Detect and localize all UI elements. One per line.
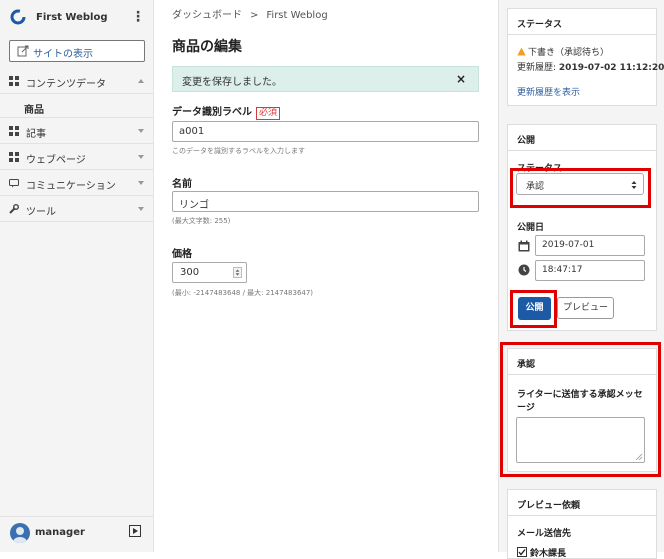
price-value: 300 [180,267,200,278]
breadcrumb: ダッシュボード > First Weblog [172,6,328,21]
sidebar-item-label: コンテンツデータ [26,79,106,90]
external-link-icon [17,45,29,57]
name-input[interactable]: リンゴ [172,191,479,212]
recipient-checkbox-row[interactable]: 鈴木課長 [517,546,566,559]
sidebar-item-tools[interactable]: ツール [0,196,154,222]
sidebar-item-label: ツール [26,207,56,218]
highlight-publish-button [510,290,557,328]
more-menu-icon[interactable]: ⋮ [131,9,145,25]
user-icon [13,527,27,543]
preview-request-title: プレビュー依頼 [517,501,581,511]
page-title: 商品の編集 [172,39,242,55]
alert-message: 変更を保存しました。 [182,77,282,88]
highlight-approval-panel [500,342,661,477]
avatar[interactable] [10,523,30,543]
publish-date-input[interactable]: 2019-07-01 [535,235,645,256]
check-icon [518,549,526,556]
breadcrumb-dashboard[interactable]: ダッシュボード [172,10,242,21]
status-panel-header: ステータス [508,9,656,35]
sidebar-subitem-label: 商品 [24,105,44,116]
publish-panel-title: 公開 [517,136,536,146]
status-state-text: 下書き（承認待ち） [528,48,610,58]
data-label-label-text: データ識別ラベル [172,107,252,118]
sidebar-subitem-product[interactable]: 商品 [0,96,154,118]
sidebar-item-communication[interactable]: コミュニケーション [0,170,154,196]
status-panel-title: ステータス [517,20,563,30]
publish-time-value: 18:47:17 [542,265,583,275]
breadcrumb-current: First Weblog [266,10,328,21]
name-help: (最大文字数: 255) [172,217,231,225]
sidebar-item-label: ウェブページ [26,155,86,166]
success-alert: 変更を保存しました。 × [172,66,479,92]
view-site-button[interactable]: サイトの表示 [9,40,145,62]
required-badge: 必須 [256,107,281,120]
price-input[interactable]: 300 [172,262,247,283]
history-link[interactable]: 更新履歴を表示 [517,85,580,98]
publish-time-input[interactable]: 18:47:17 [535,260,645,281]
status-updated: 更新履歴: 2019-07-02 11:12:20 [517,60,664,73]
chevron-down-icon [138,207,144,211]
site-name[interactable]: First Weblog [36,12,107,23]
highlight-status-select [510,168,651,208]
grid-icon [9,152,19,162]
user-footer: manager [0,516,154,552]
clock-icon [518,264,530,276]
chevron-down-icon [138,129,144,133]
publish-date-value: 2019-07-01 [542,240,595,250]
data-label-field-label: データ識別ラベル 必須 [172,103,281,120]
wrench-icon [9,204,19,214]
sidebar-item-webpages[interactable]: ウェブページ [0,144,154,170]
grid-icon [9,126,19,136]
play-icon[interactable] [129,525,141,537]
chevron-down-icon [138,155,144,159]
warning-icon [517,47,526,56]
sidebar-item-label: コミュニケーション [26,181,116,192]
breadcrumb-separator: > [250,10,259,21]
chevron-up-icon [138,79,144,83]
preview-button[interactable]: プレビュー [557,297,614,319]
grid-icon [9,76,19,86]
sidebar-item-label: 記事 [26,129,46,140]
price-field-label: 価格 [172,249,192,260]
preview-request-header: プレビュー依頼 [508,490,656,516]
status-panel: ステータス 下書き（承認待ち） 更新履歴: 2019-07-02 11:12:2… [507,8,664,106]
recipient-name: 鈴木課長 [530,549,567,559]
preview-request-panel: プレビュー依頼 メール送信先 鈴木課長 [507,489,657,559]
price-help: (最小: -2147483648 / 最大: 2147483647) [172,289,314,297]
sidebar-item-entries[interactable]: 記事 [0,118,154,144]
updated-label: 更新履歴: [517,63,557,73]
chevron-down-icon [138,181,144,185]
close-icon[interactable]: × [456,72,466,86]
name-field-label: 名前 [172,179,192,190]
sidebar-item-content-data[interactable]: コンテンツデータ [0,68,154,94]
recipient-checkbox[interactable] [517,547,527,557]
view-site-label: サイトの表示 [33,49,93,60]
status-state: 下書き（承認待ち） [517,45,609,58]
updated-value: 2019-07-02 11:12:20 [558,63,664,73]
calendar-icon [518,240,530,252]
site-header: First Weblog ⋮ [0,0,154,34]
site-logo-icon [10,9,26,25]
user-name[interactable]: manager [35,527,85,538]
publish-date-label: 公開日 [517,223,545,233]
mail-recipient-label: メール送信先 [517,529,572,539]
publish-panel-header: 公開 [508,125,656,151]
sidebar: First Weblog ⋮ サイトの表示 コンテンツデータ 商品 記事 ウェブ… [0,0,154,552]
chat-icon [9,179,19,188]
data-label-help: このデータを識別するラベルを入力します [172,147,305,155]
stepper-icon[interactable] [233,267,242,278]
data-label-input[interactable]: a001 [172,121,479,142]
data-label-value: a001 [179,126,205,137]
name-value: リンゴ [179,200,209,211]
